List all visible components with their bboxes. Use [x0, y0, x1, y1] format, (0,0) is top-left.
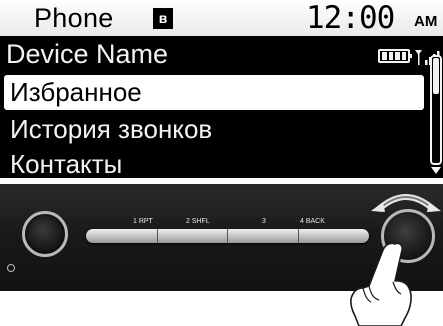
hand-pointer-icon	[350, 242, 412, 326]
device-bar: Device Name	[0, 37, 443, 70]
status-bar: Phone ʙ 12:00 AM	[0, 0, 443, 36]
clock-ampm: AM	[414, 13, 438, 30]
screen-title: Phone	[34, 3, 114, 33]
menu-item-label: История звонков	[10, 114, 213, 144]
menu-item-label: Избранное	[10, 77, 142, 107]
power-volume-knob[interactable]	[22, 211, 68, 257]
menu-item-label: Контакты	[10, 149, 123, 178]
menu-item-contacts[interactable]: Контакты	[0, 147, 426, 178]
menu-item-call-history[interactable]: История звонков	[0, 112, 426, 147]
preset-button-4[interactable]: 4 BACK	[300, 218, 325, 225]
preset-button-bar	[86, 229, 369, 243]
scrollbar-thumb[interactable]	[433, 58, 439, 94]
menu-item-favorites[interactable]: Избранное	[4, 75, 424, 110]
device-name: Device Name	[6, 39, 169, 69]
battery-full-icon	[378, 49, 412, 63]
clock-time: 12:00	[306, 0, 395, 36]
scroll-down-arrow-icon[interactable]	[431, 167, 441, 174]
power-indicator-icon	[7, 264, 15, 272]
menu-scrollbar[interactable]	[429, 55, 443, 178]
preset-button-3[interactable]: 3	[262, 218, 266, 225]
preset-button-1[interactable]: 1 RPT	[133, 218, 153, 225]
bluetooth-icon: ʙ	[153, 8, 173, 29]
preset-button-2[interactable]: 2 SHFL	[186, 218, 210, 225]
head-unit-screen: Phone ʙ 12:00 AM Device Name Избранное И…	[0, 0, 443, 178]
